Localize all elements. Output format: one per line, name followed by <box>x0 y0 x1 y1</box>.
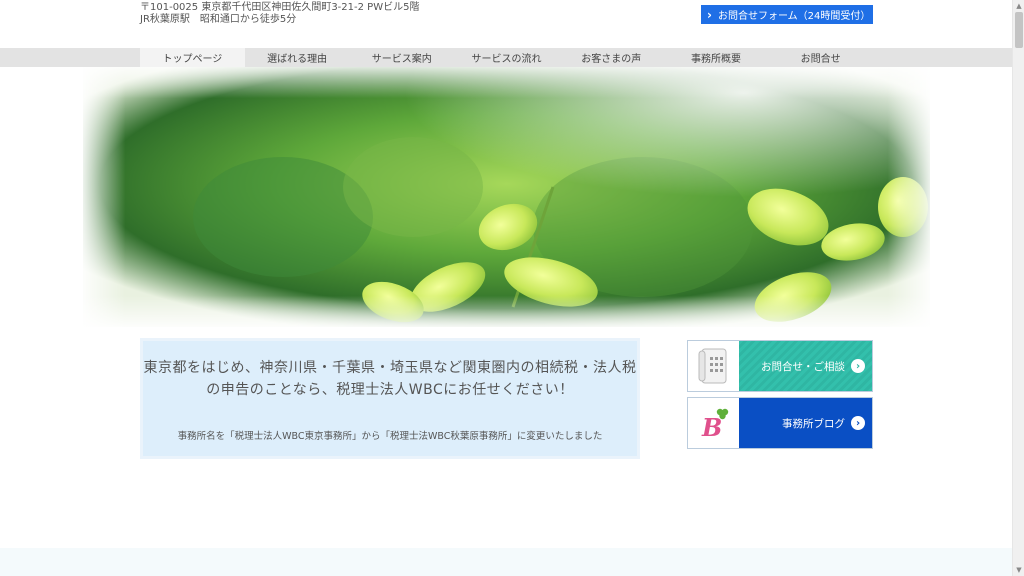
nav-item-flow[interactable]: サービスの流れ <box>454 48 559 67</box>
intro-headline-line-2: の申告のことなら、税理士法人WBCにお任せください！ <box>206 382 574 398</box>
scrollbar-thumb[interactable] <box>1015 12 1023 48</box>
hero-banner-image <box>83 67 930 327</box>
nav-item-top[interactable]: トップページ <box>140 48 245 67</box>
telephone-icon <box>688 341 739 391</box>
address-line-1: 〒101-0025 東京都千代田区神田佐久間町3-21-2 PWビル5階 <box>140 2 420 13</box>
consult-label: お問合せ・ご相談 <box>761 360 845 373</box>
consult-banner-button[interactable]: お問合せ・ご相談 › <box>687 340 873 392</box>
intro-notice-box: 東京都をはじめ、神奈川県・千葉県・埼玉県など関東圏内の相続税・法人税 の申告のこ… <box>140 338 640 459</box>
nav-item-voices[interactable]: お客さまの声 <box>559 48 664 67</box>
footer-band <box>0 548 1012 576</box>
vertical-scrollbar[interactable]: ▲ ▼ <box>1012 0 1024 576</box>
global-nav: トップページ 選ばれる理由 サービス案内 サービスの流れ お客さまの声 事務所概… <box>0 48 1012 67</box>
arrow-circle-right-icon: › <box>851 359 865 373</box>
scroll-down-icon[interactable]: ▼ <box>1015 566 1023 574</box>
arrow-circle-right-icon: › <box>851 416 865 430</box>
chevron-right-icon: › <box>707 7 712 22</box>
blog-label-area: 事務所ブログ › <box>739 398 872 448</box>
address-line-2: JR秋葉原駅 昭和通口から徒歩5分 <box>140 14 297 25</box>
consult-label-area: お問合せ・ご相談 › <box>739 341 872 391</box>
contact-form-label: お問合せフォーム（24時間受付） <box>717 11 871 22</box>
scroll-up-icon[interactable]: ▲ <box>1015 2 1023 10</box>
nav-item-contact[interactable]: お問合せ <box>768 48 873 67</box>
clover-b-logo: B <box>688 398 739 448</box>
nav-item-services[interactable]: サービス案内 <box>349 48 454 67</box>
intro-headline-line-1: 東京都をはじめ、神奈川県・千葉県・埼玉県など関東圏内の相続税・法人税 <box>143 360 637 376</box>
nav-item-reasons[interactable]: 選ばれる理由 <box>245 48 350 67</box>
blog-banner-button[interactable]: B 事務所ブログ › <box>687 397 873 449</box>
intro-headline: 東京都をはじめ、神奈川県・千葉県・埼玉県など関東圏内の相続税・法人税 の申告のこ… <box>143 357 637 401</box>
blog-logo-letter: B <box>701 413 722 441</box>
office-rename-notice: 事務所名を「税理士法人WBC東京事務所」から「税理士法WBC秋葉原事務所」に変更… <box>177 431 603 442</box>
blog-label: 事務所ブログ <box>782 417 845 430</box>
nav-item-about[interactable]: 事務所概要 <box>664 48 769 67</box>
contact-form-button[interactable]: › お問合せフォーム（24時間受付） <box>701 5 873 24</box>
site-header: 〒101-0025 東京都千代田区神田佐久間町3-21-2 PWビル5階 JR秋… <box>0 0 1012 46</box>
office-address: 〒101-0025 東京都千代田区神田佐久間町3-21-2 PWビル5階 JR秋… <box>140 2 419 26</box>
